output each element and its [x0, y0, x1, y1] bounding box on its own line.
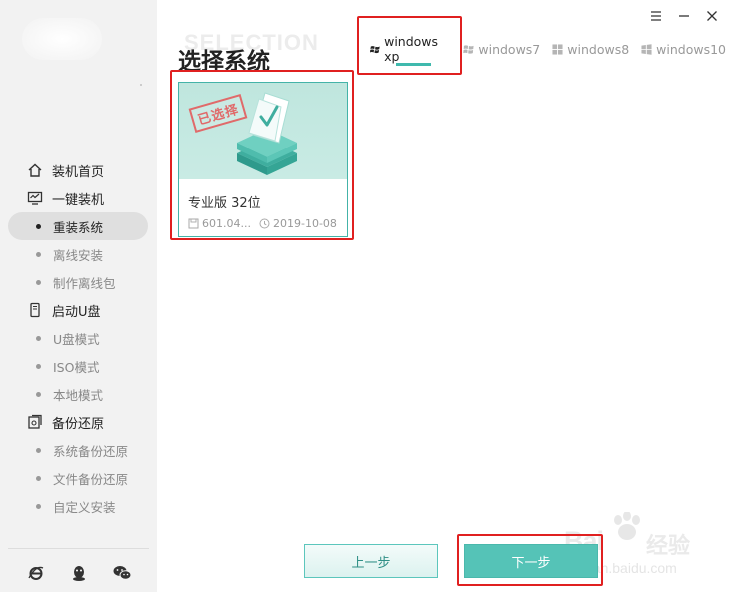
sidebar-item-label: 装机首页	[52, 164, 105, 180]
sidebar-divider	[8, 548, 149, 549]
sidebar-nav: 装机首页 一键装机 重装系统 离线安装 制作离线包 启动U盘 U盘模式 ISO模…	[0, 156, 157, 520]
bullet-icon	[36, 475, 41, 481]
bullet-icon	[36, 503, 41, 509]
bullet-icon	[36, 279, 41, 285]
wechat-icon[interactable]	[111, 562, 133, 584]
clock-icon	[259, 218, 270, 229]
sidebar-item-label: 自定义安装	[53, 499, 116, 515]
bullet-icon	[36, 363, 41, 369]
sidebar-item-system-backup[interactable]: 系统备份还原	[0, 436, 157, 464]
tab-label: windows7	[478, 41, 541, 57]
sidebar-item-local-mode[interactable]: 本地模式	[0, 380, 157, 408]
bullet-icon	[36, 391, 41, 397]
sidebar-item-label: 离线安装	[53, 247, 104, 263]
sidebar-item-offline-install[interactable]: 离线安装	[0, 240, 157, 268]
app-window: 装机首页 一键装机 重装系统 离线安装 制作离线包 启动U盘 U盘模式 ISO模…	[0, 0, 734, 592]
sidebar-item-custom-install[interactable]: 自定义安装	[0, 492, 157, 520]
sidebar-item-label: 文件备份还原	[53, 471, 129, 487]
bullet-icon	[36, 447, 41, 453]
sidebar-item-usb-mode[interactable]: U盘模式	[0, 324, 157, 352]
paw-icon	[614, 512, 640, 540]
system-card-date: 2019-10-08	[272, 217, 337, 230]
monitor-icon	[26, 189, 44, 207]
windows7-icon	[463, 44, 474, 54]
sidebar-item-reinstall-system[interactable]: 重装系统	[8, 212, 148, 240]
sidebar-item-backup-restore[interactable]: 备份还原	[0, 408, 157, 436]
system-card-meta: 601.04... 2019-10-08	[188, 217, 337, 230]
disk-icon	[188, 218, 199, 229]
sidebar-item-label: 备份还原	[52, 416, 105, 432]
logo-area	[0, 0, 157, 100]
tab-highlight-box	[357, 16, 462, 75]
sidebar-item-label: 本地模式	[53, 387, 104, 403]
home-icon	[26, 161, 44, 179]
windows10-icon	[641, 43, 652, 55]
system-card-title: 专业版 32位	[188, 196, 261, 211]
sidebar-item-label: 启动U盘	[52, 304, 101, 320]
sidebar-item-label: 制作离线包	[53, 275, 116, 291]
bullet-icon	[36, 335, 41, 341]
qq-icon[interactable]	[68, 562, 90, 584]
close-icon[interactable]	[704, 8, 720, 24]
bullet-icon	[36, 223, 41, 229]
watermark-text: 经验	[646, 534, 691, 559]
sidebar-item-label: 一键装机	[52, 192, 105, 208]
sidebar: 装机首页 一键装机 重装系统 离线安装 制作离线包 启动U盘 U盘模式 ISO模…	[0, 0, 157, 592]
sidebar-footer	[0, 562, 157, 584]
tab-label: windows10	[656, 41, 726, 57]
system-card-image: 已选择	[179, 83, 347, 179]
bullet-icon	[36, 251, 41, 257]
sidebar-item-label: U盘模式	[53, 331, 100, 347]
next-step-button[interactable]: 下一步	[464, 544, 598, 578]
tab-windows7[interactable]: windows7	[459, 36, 544, 62]
sidebar-item-boot-usb[interactable]: 启动U盘	[0, 296, 157, 324]
tab-windows8[interactable]: windows8	[548, 36, 633, 62]
usb-icon	[26, 301, 44, 319]
sidebar-item-one-click-install[interactable]: 一键装机	[0, 184, 157, 212]
windows8-icon	[552, 43, 563, 55]
sidebar-item-file-backup[interactable]: 文件备份还原	[0, 464, 157, 492]
previous-step-button[interactable]: 上一步	[304, 544, 438, 578]
backup-icon	[26, 413, 44, 431]
window-controls	[648, 8, 720, 24]
menu-icon[interactable]	[648, 8, 664, 24]
logo	[22, 18, 102, 60]
system-card-xp-pro-32[interactable]: 已选择 专业版 32位 601.04... 2019-10-08	[178, 82, 348, 237]
minimize-icon[interactable]	[676, 8, 692, 24]
tab-windows10[interactable]: windows10	[637, 36, 730, 62]
ie-icon[interactable]	[25, 562, 47, 584]
logo-mark	[140, 84, 142, 86]
sidebar-item-iso-mode[interactable]: ISO模式	[0, 352, 157, 380]
tab-label: windows8	[567, 41, 630, 57]
sidebar-item-label: 重装系统	[53, 219, 104, 235]
sidebar-item-make-offline-package[interactable]: 制作离线包	[0, 268, 157, 296]
system-card-size: 601.04...	[202, 217, 251, 230]
sidebar-item-home[interactable]: 装机首页	[0, 156, 157, 184]
sidebar-item-label: 系统备份还原	[53, 443, 129, 459]
ballot-box-icon	[237, 92, 297, 175]
sidebar-item-label: ISO模式	[53, 359, 100, 375]
